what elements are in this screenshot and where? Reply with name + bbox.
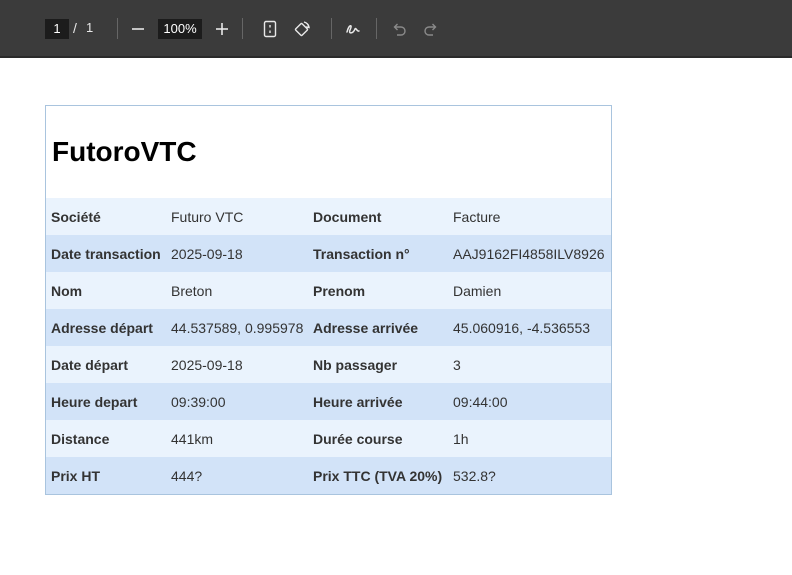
row-value: 3 bbox=[448, 346, 611, 383]
zoom-out-button[interactable] bbox=[126, 17, 150, 41]
row-label: Adresse arrivée bbox=[308, 309, 448, 346]
row-value: Facture bbox=[448, 198, 611, 235]
row-label: Date transaction bbox=[46, 235, 166, 272]
fit-page-icon bbox=[263, 20, 277, 38]
row-label: Distance bbox=[46, 420, 166, 457]
row-label: Adresse départ bbox=[46, 309, 166, 346]
row-label: Document bbox=[308, 198, 448, 235]
zoom-in-button[interactable] bbox=[210, 17, 234, 41]
row-value: 44.537589, 0.995978 bbox=[166, 309, 308, 346]
rotate-button[interactable] bbox=[290, 17, 314, 41]
undo-button[interactable] bbox=[387, 17, 411, 41]
row-value: Damien bbox=[448, 272, 611, 309]
row-label: Date départ bbox=[46, 346, 166, 383]
rotate-icon bbox=[294, 21, 311, 37]
page-number-input[interactable]: 1 bbox=[45, 19, 69, 39]
row-value: 444? bbox=[166, 457, 308, 494]
zoom-level-input[interactable]: 100% bbox=[158, 19, 202, 39]
row-label: Prix HT bbox=[46, 457, 166, 494]
document-title: FutoroVTC bbox=[52, 136, 197, 167]
page-total: 1 bbox=[86, 20, 94, 35]
invoice-table: Société Futuro VTC Document Facture Date… bbox=[46, 198, 611, 494]
row-label: Durée course bbox=[308, 420, 448, 457]
redo-button[interactable] bbox=[419, 17, 443, 41]
row-value: Futuro VTC bbox=[166, 198, 308, 235]
toolbar-divider bbox=[376, 18, 377, 39]
row-value: 2025-09-18 bbox=[166, 235, 308, 272]
row-value: 09:44:00 bbox=[448, 383, 611, 420]
row-label: Heure arrivée bbox=[308, 383, 448, 420]
table-row: Distance 441km Durée course 1h bbox=[46, 420, 611, 457]
row-value: 441km bbox=[166, 420, 308, 457]
fit-page-button[interactable] bbox=[258, 17, 282, 41]
table-row: Prix HT 444? Prix TTC (TVA 20%) 532.8? bbox=[46, 457, 611, 494]
row-value: 2025-09-18 bbox=[166, 346, 308, 383]
toolbar-divider bbox=[242, 18, 243, 39]
row-value: 45.060916, -4.536553 bbox=[448, 309, 611, 346]
draw-icon bbox=[346, 25, 360, 34]
invoice-document: FutoroVTC Société Futuro VTC Document Fa… bbox=[45, 105, 612, 495]
row-value: 09:39:00 bbox=[166, 383, 308, 420]
table-row: Adresse départ 44.537589, 0.995978 Adres… bbox=[46, 309, 611, 346]
row-value: Breton bbox=[166, 272, 308, 309]
table-row: Date départ 2025-09-18 Nb passager 3 bbox=[46, 346, 611, 383]
undo-icon bbox=[393, 23, 406, 36]
row-label: Heure depart bbox=[46, 383, 166, 420]
table-row: Heure depart 09:39:00 Heure arrivée 09:4… bbox=[46, 383, 611, 420]
draw-button[interactable] bbox=[341, 17, 365, 41]
table-row: Nom Breton Prenom Damien bbox=[46, 272, 611, 309]
zoom-out-icon bbox=[132, 28, 144, 30]
row-label: Nb passager bbox=[308, 346, 448, 383]
table-row: Date transaction 2025-09-18 Transaction … bbox=[46, 235, 611, 272]
zoom-in-icon bbox=[216, 23, 228, 35]
table-row: Société Futuro VTC Document Facture bbox=[46, 198, 611, 235]
toolbar-divider bbox=[331, 18, 332, 39]
page-separator: / bbox=[73, 20, 77, 36]
row-label: Prix TTC (TVA 20%) bbox=[308, 457, 448, 494]
row-value: 532.8? bbox=[448, 457, 611, 494]
row-label: Société bbox=[46, 198, 166, 235]
pdf-toolbar: 1 / 1 100% bbox=[0, 0, 792, 58]
toolbar-divider bbox=[117, 18, 118, 39]
row-value: AAJ9162FI4858ILV8926 bbox=[448, 235, 611, 272]
row-label: Prenom bbox=[308, 272, 448, 309]
row-label: Transaction n° bbox=[308, 235, 448, 272]
row-value: 1h bbox=[448, 420, 611, 457]
redo-icon bbox=[424, 23, 437, 36]
row-label: Nom bbox=[46, 272, 166, 309]
